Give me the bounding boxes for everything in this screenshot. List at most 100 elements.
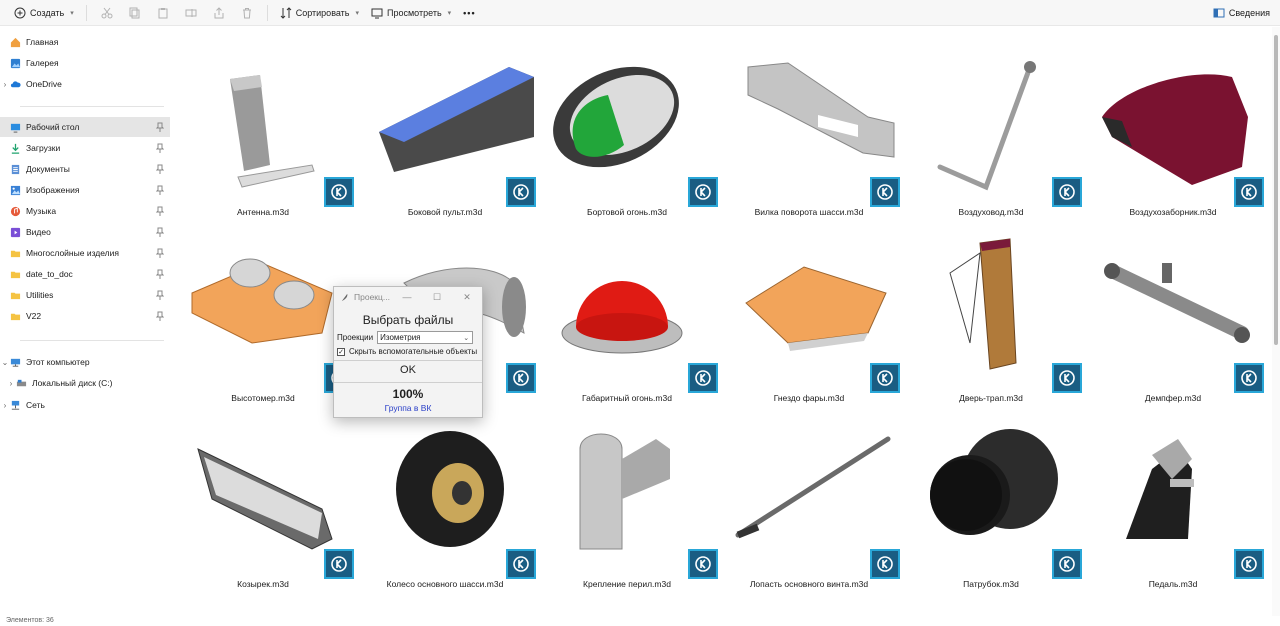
sidebar-item-v22[interactable]: V22 [0,306,170,326]
file-tile[interactable]: Педаль.m3d [1082,409,1264,595]
file-tile[interactable]: Патрубок.m3d [900,409,1082,595]
projection-select[interactable]: Изометрия ⌄ [377,331,474,344]
file-tile[interactable]: Лопасть основного винта.m3d [718,409,900,595]
pin-icon[interactable] [156,248,164,258]
sidebar-item-utilities[interactable]: Utilities [0,285,170,305]
file-name: Воздухозаборник.m3d [1129,207,1217,217]
paste-button[interactable] [149,2,177,24]
scrollbar-thumb[interactable] [1274,35,1278,345]
select-files-button[interactable]: Выбрать файлы [334,313,482,327]
file-tile[interactable]: Крепление перил.m3d [536,409,718,595]
pin-icon[interactable] [156,122,164,132]
pin-icon[interactable] [156,206,164,216]
file-tile[interactable]: Бортовой огонь.m3d [536,37,718,223]
details-pane-icon [1213,8,1225,18]
sidebar-item-onedrive[interactable]: › OneDrive [0,74,170,94]
pin-icon[interactable] [156,290,164,300]
dialog-title: Проекц... [354,292,390,302]
file-tile[interactable]: Воздуховод.m3d [900,37,1082,223]
sidebar-item-home[interactable]: Главная [0,32,170,52]
sidebar-item-label: Загрузки [26,143,61,153]
view-icon [371,8,383,18]
vk-group-link[interactable]: Группа в ВК [334,403,482,413]
sort-button[interactable]: Сортировать ▾ [274,2,365,24]
file-tile[interactable]: Боковой пульт.m3d [354,37,536,223]
file-tile[interactable]: Дверь-трап.m3d [900,223,1082,409]
sidebar-item-downloads[interactable]: Загрузки [0,138,170,158]
progress-text: 100% [392,387,424,401]
ok-button[interactable]: OK [334,362,482,378]
minimize-button[interactable]: — [392,287,422,307]
pin-icon[interactable] [156,311,164,321]
file-name: Лопасть основного винта.m3d [749,579,869,589]
cut-button[interactable] [93,2,121,24]
pin-icon[interactable] [156,227,164,237]
chevron-right-icon[interactable]: › [0,80,10,89]
pin-icon[interactable] [156,269,164,279]
file-tile[interactable]: Антенна.m3d [172,37,354,223]
file-tile[interactable]: Козырек.m3d [172,409,354,595]
sidebar-item-label: Рабочий стол [26,122,80,132]
cloud-icon [10,80,21,87]
pin-icon[interactable] [156,164,164,174]
kompas-badge-icon [506,549,536,579]
projection-row: Проекции Изометрия ⌄ [334,331,482,344]
sidebar-item-label: V22 [26,311,42,321]
sidebar-item-documents[interactable]: Документы [0,159,170,179]
chevron-down-icon[interactable]: ⌄ [0,358,10,367]
sidebar-item-date-to-doc[interactable]: date_to_doc [0,264,170,284]
pin-icon[interactable] [156,185,164,195]
copy-button[interactable] [121,2,149,24]
file-tile[interactable]: Воздухозаборник.m3d [1082,37,1264,223]
sidebar-item-pictures[interactable]: Изображения [0,180,170,200]
rename-button[interactable] [177,2,205,24]
kompas-badge-icon [1234,549,1264,579]
sidebar-item-label: Видео [26,227,51,237]
file-tile[interactable]: Габаритный огонь.m3d [536,223,718,409]
video-icon [10,227,21,237]
file-name: Габаритный огонь.m3d [582,393,672,403]
file-name: Высотомер.m3d [231,393,295,403]
file-tile[interactable]: Демпфер.m3d [1082,223,1264,409]
chevron-right-icon[interactable]: › [0,401,10,410]
pin-icon[interactable] [156,143,164,153]
sidebar-item-network[interactable]: › Сеть [0,395,170,415]
sidebar-item-desktop[interactable]: Рабочий стол [0,117,170,137]
view-button[interactable]: Просмотреть ▾ [365,2,457,24]
vertical-scrollbar[interactable] [1272,27,1280,616]
sidebar-item-music[interactable]: Музыка [0,201,170,221]
kompas-badge-icon [506,363,536,393]
create-button[interactable]: Создать ▾ [8,2,80,24]
checkbox-box[interactable]: ✓ [337,347,345,356]
delete-button[interactable] [233,2,261,24]
kompas-badge-icon [324,549,354,579]
share-button[interactable] [205,2,233,24]
file-tile[interactable]: Высотомер.m3d [172,223,354,409]
close-button[interactable]: ✕ [452,287,482,307]
file-tile[interactable]: Вилка поворота шасси.m3d [718,37,900,223]
file-explorer-window: Создать ▾ Сортировать ▾ Просмотреть ▾ ••… [0,0,1280,626]
file-name: Педаль.m3d [1148,579,1198,589]
command-bar: Создать ▾ Сортировать ▾ Просмотреть ▾ ••… [0,0,1280,26]
hide-aux-checkbox[interactable]: ✓ Скрыть вспомогательные объекты [334,347,482,356]
kompas-badge-icon [870,363,900,393]
sidebar-item-layered-products[interactable]: Многослойные изделия [0,243,170,263]
sidebar-item-this-pc[interactable]: ⌄ Этот компьютер [0,352,170,372]
file-tile[interactable]: Колесо основного шасси.m3d [354,409,536,595]
kompas-badge-icon [688,363,718,393]
sidebar-item-label: Utilities [26,290,54,300]
details-button[interactable]: Сведения [1213,2,1270,24]
more-options-button[interactable]: ••• [457,2,481,24]
toolbar-divider [85,4,87,21]
sidebar-item-local-disk[interactable]: › Локальный диск (C:) [0,373,170,393]
toolbar-divider [266,4,268,21]
file-name: Крепление перил.m3d [583,579,671,589]
chevron-right-icon[interactable]: › [6,379,16,388]
sidebar-item-video[interactable]: Видео [0,222,170,242]
gallery-icon [10,58,21,68]
sidebar-item-gallery[interactable]: Галерея [0,53,170,73]
maximize-button[interactable]: ☐ [422,287,452,307]
projections-dialog: Проекц... — ☐ ✕ Выбрать файлы Проекции И… [333,286,483,418]
file-tile[interactable]: Гнездо фары.m3d [718,223,900,409]
status-bar: Элементов: 36 [0,616,1280,626]
